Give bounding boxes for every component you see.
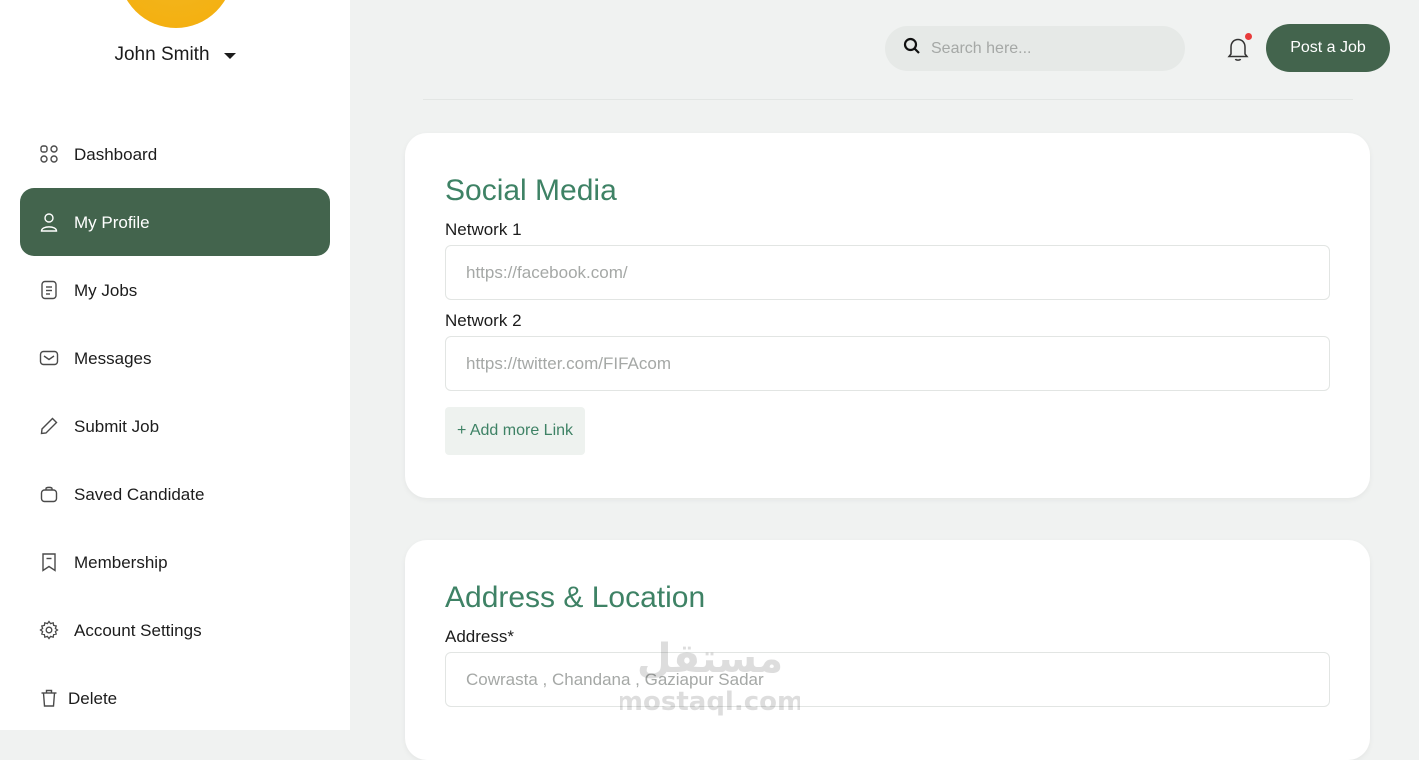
section-title-address-location: Address & Location	[445, 581, 706, 614]
user-icon	[38, 211, 60, 233]
sidebar-item-label: Submit Job	[74, 416, 160, 436]
sidebar-item-label: Messages	[74, 348, 152, 368]
notification-dot	[1245, 33, 1252, 40]
sidebar-nav: Dashboard My Profile My Jobs Messages Su…	[20, 120, 330, 732]
sidebar-item-my-jobs[interactable]: My Jobs	[20, 256, 330, 324]
address-input[interactable]: Cowrasta , Chandana , Gaziapur Sadar	[445, 652, 1330, 707]
network-2-label: Network 2	[445, 311, 522, 330]
search-input[interactable]	[931, 39, 1171, 58]
sidebar-item-label: My Jobs	[74, 280, 138, 300]
search-bar[interactable]	[885, 26, 1185, 71]
sidebar-item-label: Membership	[74, 552, 168, 572]
sidebar-item-membership[interactable]: Membership	[20, 528, 330, 596]
sidebar-item-saved-candidate[interactable]: Saved Candidate	[20, 460, 330, 528]
social-media-card: Social Media Network 1 https://facebook.…	[405, 133, 1370, 498]
sidebar-item-my-profile[interactable]: My Profile	[20, 188, 330, 256]
grid-icon	[38, 143, 60, 165]
sidebar-item-label: Dashboard	[74, 144, 158, 164]
network-1-input[interactable]: https://facebook.com/	[445, 245, 1330, 300]
sidebar-item-submit-job[interactable]: Submit Job	[20, 392, 330, 460]
sidebar-item-dashboard[interactable]: Dashboard	[20, 120, 330, 188]
sidebar: John Smith Dashboard My Profile My Jobs …	[0, 0, 350, 730]
section-title-social-media: Social Media	[445, 174, 617, 207]
sidebar-item-label: Delete	[68, 688, 118, 708]
network-1-label: Network 1	[445, 220, 522, 239]
add-more-link-button[interactable]: + Add more Link	[445, 407, 585, 455]
header-divider	[423, 99, 1353, 100]
gear-icon	[38, 619, 60, 641]
briefcase-icon	[38, 483, 60, 505]
search-icon	[903, 37, 921, 60]
sidebar-item-messages[interactable]: Messages	[20, 324, 330, 392]
document-icon	[38, 279, 60, 301]
post-a-job-button[interactable]: Post a Job	[1266, 24, 1390, 72]
network-2-input[interactable]: https://twitter.com/FIFAcom	[445, 336, 1330, 391]
trash-icon	[38, 687, 60, 709]
avatar[interactable]	[119, 0, 233, 28]
sidebar-item-label: Account Settings	[74, 620, 202, 640]
user-name: John Smith	[114, 44, 210, 65]
sidebar-item-account-settings[interactable]: Account Settings	[20, 596, 330, 664]
pencil-icon	[38, 415, 60, 437]
address-label: Address*	[445, 627, 514, 646]
chevron-down-icon[interactable]	[223, 53, 236, 59]
address-location-card: Address & Location Address* Cowrasta , C…	[405, 540, 1370, 760]
sidebar-item-label: My Profile	[74, 212, 150, 232]
user-menu[interactable]: John Smith	[0, 42, 350, 68]
sidebar-item-delete[interactable]: Delete	[20, 664, 330, 732]
sidebar-item-label: Saved Candidate	[74, 484, 205, 504]
bookmark-icon	[38, 551, 60, 573]
envelope-icon	[38, 347, 60, 369]
